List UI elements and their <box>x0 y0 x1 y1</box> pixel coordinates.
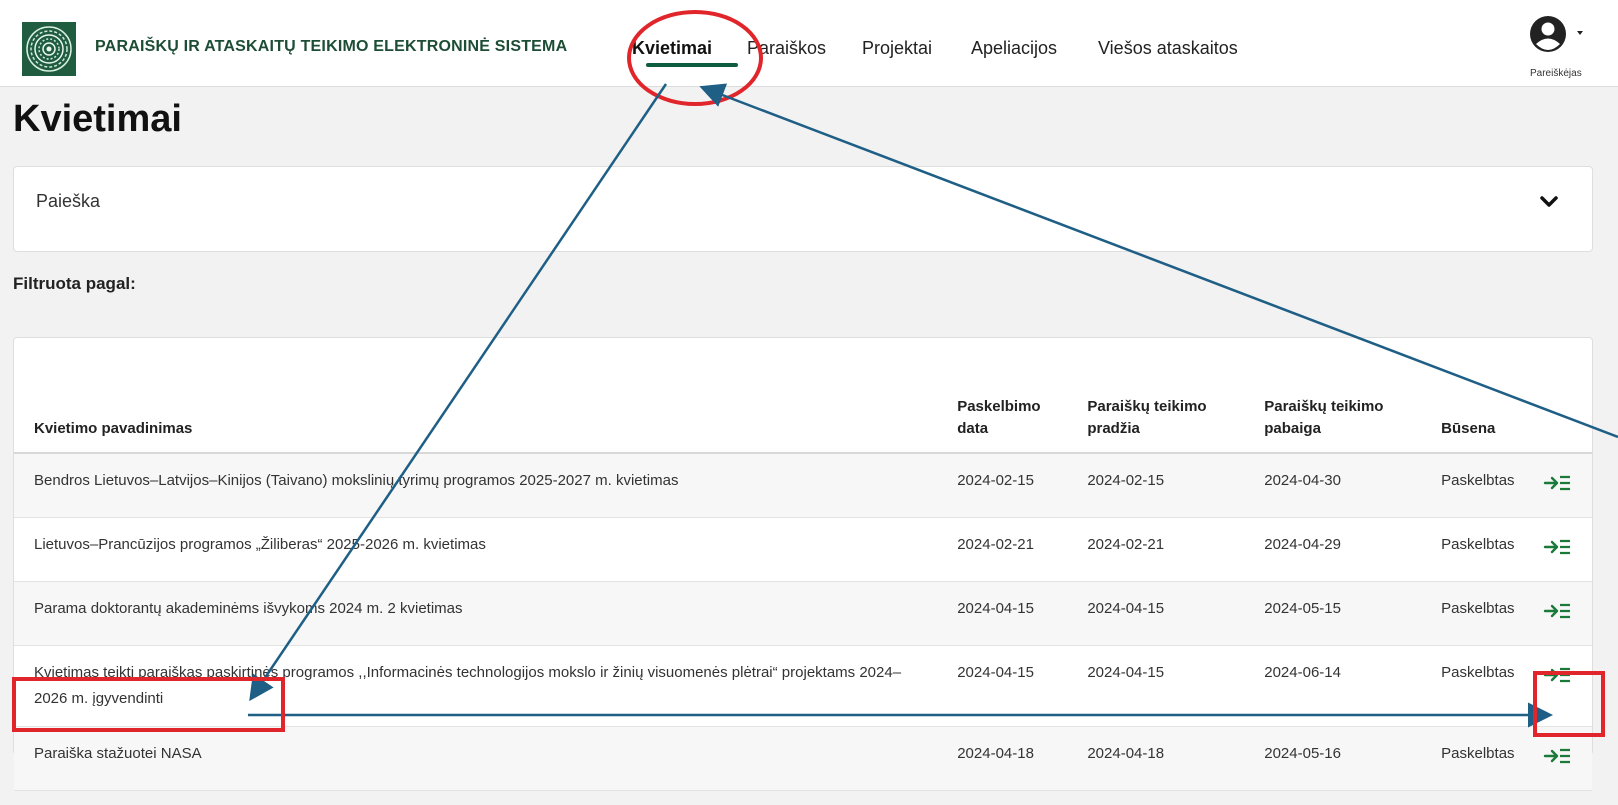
table-row[interactable]: Kvietimas teikti paraiškas paskirtinės p… <box>14 645 1592 727</box>
caret-down-icon <box>1577 31 1583 35</box>
filter-label: Filtruota pagal: <box>13 274 136 293</box>
nav-item-viesos-ataskaitos[interactable]: Viešos ataskaitos <box>1098 38 1238 59</box>
start-date: 2024-04-15 <box>1067 581 1245 646</box>
call-name[interactable]: Paraiška stažuotei NASA <box>14 726 938 791</box>
status-text: Paskelbtas <box>1421 726 1538 791</box>
nav-item-paraiskos[interactable]: Paraiškos <box>747 38 826 59</box>
status-text: Paskelbtas <box>1421 517 1538 582</box>
open-arrow-list-icon[interactable] <box>1543 472 1573 494</box>
start-date: 2024-02-15 <box>1067 453 1245 518</box>
open-arrow-list-icon[interactable] <box>1543 745 1573 767</box>
column-header-start[interactable]: Paraiškų teikimo pradžia <box>1067 376 1245 454</box>
status-text: Paskelbtas <box>1421 453 1538 518</box>
calls-table-panel: Kvietimo pavadinimas Paskelbimo data Par… <box>13 337 1593 791</box>
page-title: Kvietimai <box>13 98 182 140</box>
column-header-end[interactable]: Paraiškų teikimo pabaiga <box>1244 376 1422 454</box>
nav-item-apeliacijos[interactable]: Apeliacijos <box>971 38 1057 59</box>
published-date: 2024-02-21 <box>937 517 1068 582</box>
published-date: 2024-04-15 <box>937 645 1068 727</box>
column-header-actions <box>1537 376 1592 454</box>
column-header-name[interactable]: Kvietimo pavadinimas <box>14 376 938 454</box>
end-date: 2024-05-15 <box>1244 581 1422 646</box>
calls-table: Kvietimo pavadinimas Paskelbimo data Par… <box>14 376 1592 791</box>
end-date: 2024-05-16 <box>1244 726 1422 791</box>
emblem-logo-icon[interactable] <box>22 22 76 76</box>
open-arrow-list-icon[interactable] <box>1543 664 1573 686</box>
user-role-label: Pareiškėjas <box>1530 68 1582 79</box>
end-date: 2024-04-29 <box>1244 517 1422 582</box>
open-arrow-list-icon[interactable] <box>1543 600 1573 622</box>
nav-item-projektai[interactable]: Projektai <box>862 38 932 59</box>
published-date: 2024-04-15 <box>937 581 1068 646</box>
start-date: 2024-04-18 <box>1067 726 1245 791</box>
system-title[interactable]: PARAIŠKŲ IR ATASKAITŲ TEIKIMO ELEKTRONIN… <box>95 38 567 56</box>
call-name[interactable]: Bendros Lietuvos–Latvijos–Kinijos (Taiva… <box>14 453 938 518</box>
column-header-published[interactable]: Paskelbimo data <box>937 376 1068 454</box>
top-navbar: PARAIŠKŲ IR ATASKAITŲ TEIKIMO ELEKTRONIN… <box>0 0 1618 87</box>
status-text: Paskelbtas <box>1421 581 1538 646</box>
published-date: 2024-02-15 <box>937 453 1068 518</box>
start-date: 2024-04-15 <box>1067 645 1245 727</box>
status-text: Paskelbtas <box>1421 645 1538 727</box>
search-panel[interactable]: Paieška <box>13 166 1593 252</box>
column-header-status[interactable]: Būsena <box>1421 376 1538 454</box>
table-row[interactable]: Bendros Lietuvos–Latvijos–Kinijos (Taiva… <box>14 453 1592 518</box>
table-row[interactable]: Paraiška stažuotei NASA 2024-04-18 2024-… <box>14 726 1592 791</box>
end-date: 2024-04-30 <box>1244 453 1422 518</box>
call-name[interactable]: Lietuvos–Prancūzijos programos „Žilibera… <box>14 517 938 582</box>
start-date: 2024-02-21 <box>1067 517 1245 582</box>
published-date: 2024-04-18 <box>937 726 1068 791</box>
table-header-row: Kvietimo pavadinimas Paskelbimo data Par… <box>14 376 1592 454</box>
table-row[interactable]: Lietuvos–Prancūzijos programos „Žilibera… <box>14 517 1592 582</box>
nav-item-kvietimai[interactable]: Kvietimai <box>632 38 712 59</box>
active-nav-underline <box>646 63 738 67</box>
table-row[interactable]: Parama doktorantų akademinėms išvykoms 2… <box>14 581 1592 646</box>
open-arrow-list-icon[interactable] <box>1543 536 1573 558</box>
chevron-down-icon[interactable] <box>1539 195 1559 209</box>
end-date: 2024-06-14 <box>1244 645 1422 727</box>
call-name[interactable]: Parama doktorantų akademinėms išvykoms 2… <box>14 581 938 646</box>
call-name[interactable]: Kvietimas teikti paraiškas paskirtinės p… <box>14 645 938 727</box>
search-panel-label[interactable]: Paieška <box>36 191 100 212</box>
